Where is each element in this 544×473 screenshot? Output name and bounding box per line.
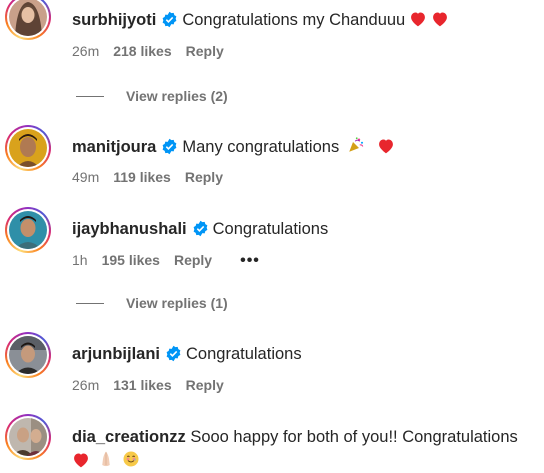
comment-line: dia_creationzz Sooo happy for both of yo… <box>72 427 518 447</box>
red-heart-icon <box>72 452 90 473</box>
reply-button[interactable]: Reply <box>185 169 223 185</box>
comment-line: manitjoura Many congratulations <box>72 136 395 159</box>
verified-badge-icon <box>162 138 177 155</box>
comment-line: arjunbijlani Congratulations <box>72 344 302 364</box>
username[interactable]: arjunbijlani <box>72 345 160 363</box>
divider <box>76 303 104 304</box>
red-heart-icon <box>431 11 449 32</box>
verified-badge-icon <box>193 220 207 237</box>
comment-text: Congratulations <box>212 220 329 238</box>
comment-meta: 49m 119 likes Reply <box>72 169 237 185</box>
username[interactable]: dia_creationzz <box>72 428 186 446</box>
likes-count[interactable]: 131 likes <box>113 377 171 393</box>
likes-count[interactable]: 195 likes <box>102 252 160 268</box>
comment-meta: 26m 131 likes Reply <box>72 377 238 393</box>
verified-badge-icon <box>162 11 177 28</box>
timestamp: 26m <box>72 43 100 59</box>
comment-line: ijaybhanushali Congratulations <box>72 219 328 239</box>
username[interactable]: surbhijyoti <box>72 11 156 29</box>
comment-line-continued <box>72 450 140 473</box>
more-options-icon[interactable]: ••• <box>240 252 260 269</box>
red-heart-icon <box>409 11 427 32</box>
avatar[interactable] <box>5 207 51 253</box>
red-heart-icon <box>377 138 395 159</box>
timestamp: 1h <box>72 252 88 268</box>
divider <box>76 96 104 97</box>
folded-hands-icon <box>98 450 114 473</box>
reply-button[interactable]: Reply <box>186 377 224 393</box>
likes-count[interactable]: 218 likes <box>113 43 171 59</box>
comment-meta: 26m 218 likes Reply <box>72 43 238 59</box>
comment-text: Congratulations <box>186 345 302 363</box>
avatar[interactable] <box>5 332 51 378</box>
timestamp: 26m <box>72 377 100 393</box>
comment-line: surbhijyoti Congratulations my Chanduuu <box>72 10 449 32</box>
reply-button[interactable]: Reply <box>186 43 224 59</box>
username[interactable]: manitjoura <box>72 138 156 156</box>
view-replies-button[interactable]: View replies (1) <box>76 295 228 311</box>
view-replies-label: View replies (1) <box>126 295 228 311</box>
party-popper-icon <box>347 136 365 159</box>
comment-meta: 1h 195 likes Reply ••• <box>72 252 274 270</box>
verified-badge-icon <box>166 345 181 362</box>
timestamp: 49m <box>72 169 100 185</box>
username[interactable]: ijaybhanushali <box>72 220 187 238</box>
avatar[interactable] <box>5 125 51 171</box>
view-replies-label: View replies (2) <box>126 88 228 104</box>
reply-button[interactable]: Reply <box>174 252 212 268</box>
comment-text: Congratulations my Chanduuu <box>182 11 406 29</box>
comment-text: Sooo happy for both of you!! Congratulat… <box>190 428 518 446</box>
comment-text: Many congratulations <box>182 138 340 156</box>
avatar[interactable] <box>5 414 51 460</box>
likes-count[interactable]: 119 likes <box>113 169 171 185</box>
avatar[interactable] <box>5 0 51 40</box>
view-replies-button[interactable]: View replies (2) <box>76 88 228 104</box>
smiling-face-with-tear-icon <box>122 450 140 473</box>
